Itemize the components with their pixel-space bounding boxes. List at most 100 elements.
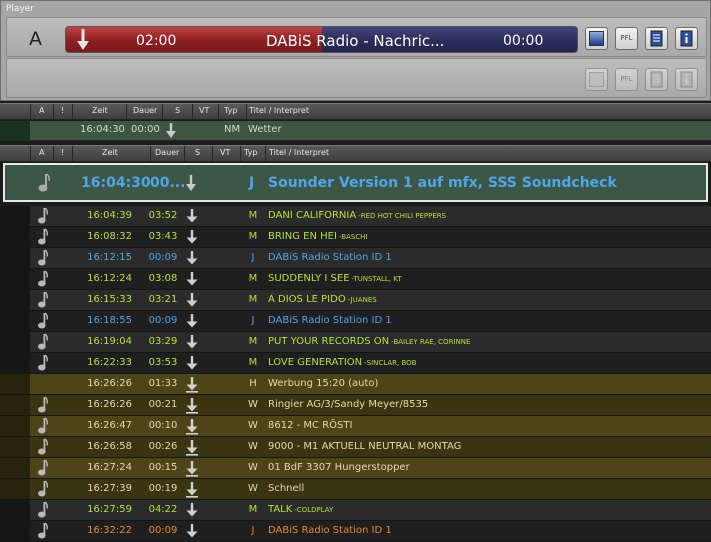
playlist-row[interactable]: 16:22:33 03:53 M LOVE GENERATION -SINCLAR, B… xyxy=(0,353,711,374)
row-gutter xyxy=(0,395,30,415)
row-typ: M xyxy=(248,231,258,242)
row-artist: -COLDPLAY xyxy=(294,506,334,514)
row-title: 8612 - MC RÖSTI xyxy=(268,420,353,431)
row-artist: -BAILEY RAE, CORINNE xyxy=(391,338,471,346)
playlist-row[interactable]: 16:04:39 03:52 M DANI CALIFORNIA -RED HOT CH… xyxy=(0,206,711,227)
row-title: LOVE GENERATION -SINCLAR, BOB xyxy=(268,357,417,368)
row-artist: -SINCLAR, BOB xyxy=(364,359,417,367)
row-title: SUDDENLY I SEE -TUNSTALL, KT xyxy=(268,273,402,284)
music-note-icon xyxy=(38,522,48,539)
info-button-b[interactable] xyxy=(675,68,698,91)
col-zeit[interactable]: Zeit xyxy=(102,148,118,157)
col-a[interactable]: A xyxy=(39,148,44,157)
progress-bar[interactable]: 02:00 DABiS Radio - Nachric... 00:00 xyxy=(65,26,578,53)
row-artist: -RED HOT CHILI PEPPERS xyxy=(358,212,447,220)
row-gutter xyxy=(0,374,30,394)
col-dauer[interactable]: Dauer xyxy=(155,148,179,157)
row-typ: W xyxy=(248,420,258,431)
row-zeit: 16:26:58 xyxy=(87,441,132,452)
music-note-icon xyxy=(38,480,48,497)
row-zeit: 16:27:39 xyxy=(87,483,132,494)
row-typ: M xyxy=(248,273,258,284)
deck-letter: A xyxy=(29,28,42,50)
download-arrow-icon xyxy=(186,377,198,393)
playlist-row[interactable]: 16:12:15 00:09 J DABiS Radio Station ID 1 xyxy=(0,248,711,269)
list-button[interactable] xyxy=(645,27,668,50)
col-flag[interactable]: ! xyxy=(61,106,64,115)
info-icon xyxy=(680,30,693,47)
info-button[interactable] xyxy=(675,27,698,50)
row-title: 01 BdF 3307 Hungerstopper xyxy=(268,462,410,473)
row-title: A DIOS LE PIDO -JUANES xyxy=(268,294,377,305)
color-swatch-icon xyxy=(589,31,604,46)
row-gutter xyxy=(0,332,30,352)
col-flag[interactable]: ! xyxy=(61,148,64,157)
current-typ: J xyxy=(249,175,255,191)
col-s[interactable]: S xyxy=(175,106,180,115)
col-typ[interactable]: Typ xyxy=(244,148,257,157)
playlist-row[interactable]: 16:27:39 00:19 W Schnell xyxy=(0,479,711,500)
row-zeit: 16:18:55 xyxy=(87,315,132,326)
row-title: Ringier AG/3/Sandy Meyer/8535 xyxy=(268,399,429,410)
playlist-row[interactable]: 16:27:59 04:22 M TALK -COLDPLAY xyxy=(0,500,711,521)
playlist-row[interactable]: 16:12:24 03:08 M SUDDENLY I SEE -TUNSTALL, K… xyxy=(0,269,711,290)
row-dauer: 00:09 xyxy=(148,525,178,536)
col-s[interactable]: S xyxy=(195,148,200,157)
playlist-row[interactable]: 16:19:04 03:29 M PUT YOUR RECORDS ON -BAILEY… xyxy=(0,332,711,353)
pfl-button-b[interactable]: PFL xyxy=(615,68,638,91)
row-zeit: 16:22:33 xyxy=(87,357,132,368)
music-note-icon xyxy=(38,417,48,434)
current-item-row[interactable]: 16:04:30 00... J Sounder Version 1 auf m… xyxy=(3,163,708,202)
playlist-row[interactable]: 16:26:26 00:21 W Ringier AG/3/Sandy Meyer/8… xyxy=(0,395,711,416)
row-gutter xyxy=(0,500,30,520)
color-button-b[interactable] xyxy=(585,68,608,91)
list-button-b[interactable] xyxy=(645,68,668,91)
down-arrow-icon xyxy=(77,29,89,50)
remaining-time: 00:00 xyxy=(503,33,544,49)
row-title: DABiS Radio Station ID 1 xyxy=(268,525,392,536)
col-typ[interactable]: Typ xyxy=(224,106,237,115)
color-button[interactable] xyxy=(585,27,608,50)
playlist-row[interactable]: 16:26:58 00:26 W 9000 - M1 AKTUELL NEUTRAL … xyxy=(0,437,711,458)
cue-row[interactable]: 16:04:30 00:00 NM Wetter xyxy=(0,121,711,141)
col-vt[interactable]: VT xyxy=(199,106,209,115)
playlist-row[interactable]: 16:26:47 00:10 W 8612 - MC RÖSTI xyxy=(0,416,711,437)
row-title: Werbung 15:20 (auto) xyxy=(268,378,379,389)
playlist-row[interactable]: 16:26:26 01:33 H Werbung 15:20 (auto) xyxy=(0,374,711,395)
deck-a: A 02:00 DABiS Radio - Nachric... 00:00 P… xyxy=(6,17,707,57)
col-title[interactable]: Titel / Interpret xyxy=(249,106,309,115)
col-vt[interactable]: VT xyxy=(220,148,230,157)
playlist-row[interactable]: 16:27:24 00:15 W 01 BdF 3307 Hungerstopper xyxy=(0,458,711,479)
row-gutter xyxy=(0,206,30,226)
col-dauer[interactable]: Dauer xyxy=(133,106,157,115)
col-zeit[interactable]: Zeit xyxy=(92,106,108,115)
music-note-icon xyxy=(38,459,48,476)
row-gutter xyxy=(0,437,30,457)
row-zeit: 16:26:26 xyxy=(87,399,132,410)
col-title[interactable]: Titel / Interpret xyxy=(269,148,329,157)
player-label: Player xyxy=(6,4,35,14)
row-title: DABiS Radio Station ID 1 xyxy=(268,252,392,263)
playlist-row[interactable]: 16:15:33 03:21 M A DIOS LE PIDO -JUANES xyxy=(0,290,711,311)
playlist-row[interactable]: 16:08:32 03:43 M BRING EN HEI -BASCHI xyxy=(0,227,711,248)
col-a[interactable]: A xyxy=(39,106,44,115)
player-panel: Player A 02:00 DABiS Radio - Nachric... … xyxy=(0,0,711,101)
current-title: Sounder Version 1 auf mfx, SSS Soundchec… xyxy=(268,175,617,191)
music-note-icon xyxy=(38,249,48,266)
pfl-button[interactable]: PFL xyxy=(615,27,638,50)
row-typ: M xyxy=(248,336,258,347)
row-dauer: 00:26 xyxy=(148,441,178,452)
row-zeit: 16:26:26 xyxy=(87,378,132,389)
music-note-icon xyxy=(38,438,48,455)
current-dauer: 00... xyxy=(150,175,186,191)
row-zeit: 16:27:24 xyxy=(87,462,132,473)
playlist-row[interactable]: 16:32:22 00:09 J DABiS Radio Station ID 1 xyxy=(0,521,711,542)
music-note-icon xyxy=(38,501,48,518)
playlist-row[interactable]: 16:18:55 00:09 J DABiS Radio Station ID 1 xyxy=(0,311,711,332)
row-typ: M xyxy=(248,294,258,305)
row-zeit: 16:19:04 xyxy=(87,336,132,347)
elapsed-time: 02:00 xyxy=(136,33,177,49)
row-gutter xyxy=(0,311,30,331)
cue-typ: NM xyxy=(224,124,241,135)
cue-dauer: 00:00 xyxy=(131,124,160,135)
